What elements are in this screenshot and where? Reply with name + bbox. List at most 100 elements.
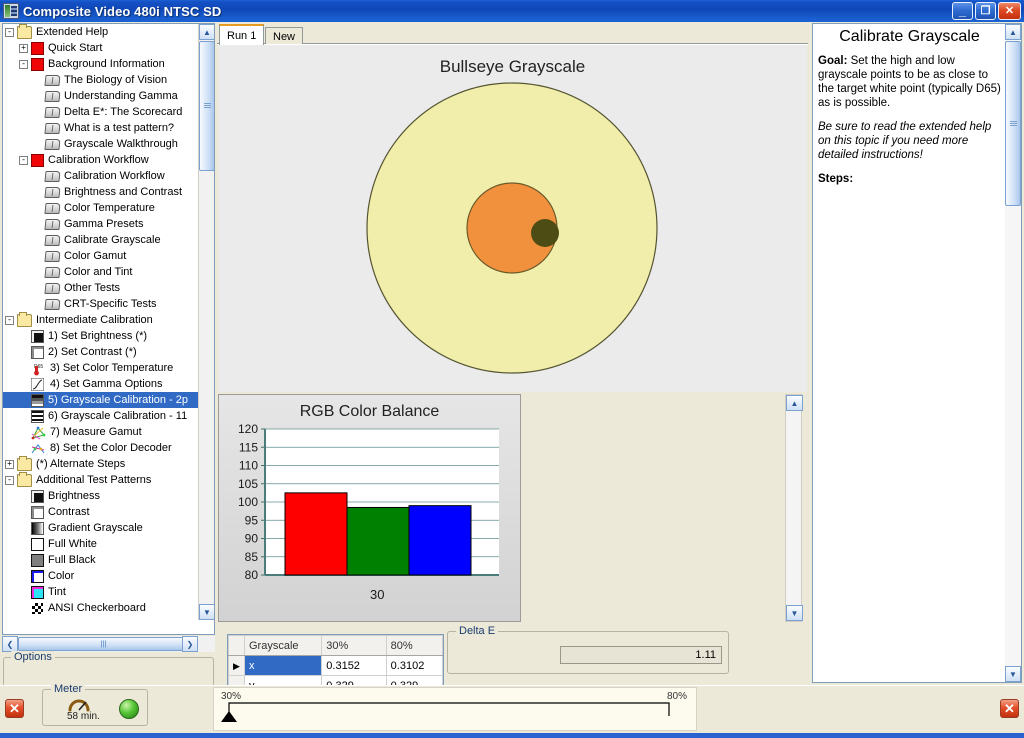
tree-item-calibrate-grayscale[interactable]: Calibrate Grayscale bbox=[3, 232, 199, 248]
tree-item-4-set-gamma-options[interactable]: 4) Set Gamma Options bbox=[3, 376, 199, 392]
tree-item-calibration-workflow[interactable]: -Calibration Workflow bbox=[3, 152, 199, 168]
maximize-button[interactable]: ❐ bbox=[975, 2, 996, 20]
help-vertical-scrollbar[interactable]: ▲ ▼ bbox=[1005, 24, 1021, 682]
chart-scroll-down-button[interactable]: ▼ bbox=[786, 605, 803, 621]
tree-item-alternate-steps[interactable]: +(*) Alternate Steps bbox=[3, 456, 199, 472]
chart-vertical-scrollbar[interactable]: ▲ ▼ bbox=[785, 394, 802, 622]
chevron-left-icon: ❮ bbox=[7, 640, 14, 649]
tree-item-gradient-grayscale[interactable]: Gradient Grayscale bbox=[3, 520, 199, 536]
chevron-up-icon: ▲ bbox=[791, 399, 799, 408]
book-icon bbox=[44, 235, 60, 246]
tree-item-8-set-the-color-decoder[interactable]: 8) Set the Color Decoder bbox=[3, 440, 199, 456]
bar-blue[interactable] bbox=[409, 506, 471, 575]
help-content-box[interactable]: Calibrate Grayscale Goal: Set the high a… bbox=[812, 23, 1022, 683]
pattern-range-slider[interactable]: 30% 80% bbox=[213, 687, 697, 731]
stop-session-button-right[interactable]: ✕ bbox=[1000, 699, 1019, 718]
collapse-icon[interactable]: - bbox=[5, 476, 14, 485]
tree-item-gamma-presets[interactable]: Gamma Presets bbox=[3, 216, 199, 232]
tree-item-color-and-tint[interactable]: Color and Tint bbox=[3, 264, 199, 280]
help-tree[interactable]: -Extended Help+Quick Start-Background In… bbox=[2, 23, 215, 635]
tree-item-contrast[interactable]: Contrast bbox=[3, 504, 199, 520]
help-scroll-down-button[interactable]: ▼ bbox=[1005, 666, 1021, 682]
tree-item-1-set-brightness[interactable]: 1) Set Brightness (*) bbox=[3, 328, 199, 344]
tree-item-extended-help[interactable]: -Extended Help bbox=[3, 24, 199, 40]
minimize-button[interactable]: _ bbox=[952, 2, 973, 20]
tree-item-delta-e-the-scorecard[interactable]: Delta E*: The Scorecard bbox=[3, 104, 199, 120]
tree-item-tint[interactable]: Tint bbox=[3, 584, 199, 600]
tree-item-crt-specific-tests[interactable]: CRT-Specific Tests bbox=[3, 296, 199, 312]
tree-item-intermediate-calibration[interactable]: -Intermediate Calibration bbox=[3, 312, 199, 328]
grip-icon bbox=[1010, 121, 1017, 127]
tree-hscroll-thumb[interactable] bbox=[18, 637, 189, 651]
tab-new[interactable]: New bbox=[265, 27, 303, 45]
tree-item-6-grayscale-calibration-11[interactable]: 6) Grayscale Calibration - 11 bbox=[3, 408, 199, 424]
tree-item-label: Gamma Presets bbox=[64, 218, 143, 230]
tree-item-additional-test-patterns[interactable]: -Additional Test Patterns bbox=[3, 472, 199, 488]
tree-item-full-black[interactable]: Full Black bbox=[3, 552, 199, 568]
bar-red[interactable] bbox=[285, 493, 347, 575]
expand-icon[interactable]: + bbox=[5, 460, 14, 469]
tree-item-understanding-gamma[interactable]: Understanding Gamma bbox=[3, 88, 199, 104]
tab-label: Run 1 bbox=[227, 30, 256, 42]
tree-item-grayscale-walkthrough[interactable]: Grayscale Walkthrough bbox=[3, 136, 199, 152]
tree-item-full-white[interactable]: Full White bbox=[3, 536, 199, 552]
close-button[interactable]: ✕ bbox=[998, 2, 1021, 20]
range-handle-low bbox=[221, 711, 237, 722]
rgb-balance-chart[interactable]: RGB Color Balance 8085909510010511011512… bbox=[218, 394, 521, 622]
tree-item-brightness-and-contrast[interactable]: Brightness and Contrast bbox=[3, 184, 199, 200]
tree-item-calibration-workflow[interactable]: Calibration Workflow bbox=[3, 168, 199, 184]
gamut-icon bbox=[31, 426, 46, 439]
tree-vertical-scrollbar[interactable]: ▲ ▼ bbox=[198, 24, 214, 620]
collapse-icon[interactable]: - bbox=[19, 156, 28, 165]
table-row[interactable]: ▶ x0.31520.3102 bbox=[229, 656, 443, 676]
delta-e-group: Delta E 1.11 bbox=[447, 631, 729, 674]
table-cell-label[interactable]: x bbox=[245, 656, 322, 676]
tab-run-1[interactable]: Run 1 bbox=[219, 24, 264, 45]
tree-item-color-temperature[interactable]: Color Temperature bbox=[3, 200, 199, 216]
tree-item-3-set-color-temperature[interactable]: D653) Set Color Temperature bbox=[3, 360, 199, 376]
tree-scroll-right-button[interactable]: ❯ bbox=[182, 636, 198, 652]
tree-item-quick-start[interactable]: +Quick Start bbox=[3, 40, 199, 56]
help-title: Calibrate Grayscale bbox=[818, 30, 1001, 44]
tree-item-label: Brightness bbox=[48, 490, 100, 502]
tree-spacer bbox=[19, 492, 28, 501]
y-tick-label: 110 bbox=[239, 459, 258, 473]
collapse-icon[interactable]: - bbox=[5, 28, 14, 37]
collapse-icon[interactable]: - bbox=[19, 60, 28, 69]
tree-item-what-is-a-test-pattern[interactable]: What is a test pattern? bbox=[3, 120, 199, 136]
help-scroll-up-button[interactable]: ▲ bbox=[1005, 24, 1021, 40]
tree-item-2-set-contrast[interactable]: 2) Set Contrast (*) bbox=[3, 344, 199, 360]
stop-session-button-left[interactable]: ✕ bbox=[5, 699, 24, 718]
folder-icon bbox=[17, 458, 32, 471]
tree-item-color[interactable]: Color bbox=[3, 568, 199, 584]
tree-item-label: 7) Measure Gamut bbox=[50, 426, 142, 438]
tree-item-7-measure-gamut[interactable]: 7) Measure Gamut bbox=[3, 424, 199, 440]
expand-icon[interactable]: + bbox=[19, 44, 28, 53]
collapse-icon[interactable]: - bbox=[5, 316, 14, 325]
close-icon: ✕ bbox=[1004, 701, 1015, 717]
tree-item-brightness[interactable]: Brightness bbox=[3, 488, 199, 504]
measurement-pointer[interactable] bbox=[531, 219, 559, 247]
tree-item-other-tests[interactable]: Other Tests bbox=[3, 280, 199, 296]
row-marker-cell[interactable]: ▶ bbox=[229, 656, 245, 676]
tree-item-the-biology-of-vision[interactable]: The Biology of Vision bbox=[3, 72, 199, 88]
tree-item-color-gamut[interactable]: Color Gamut bbox=[3, 248, 199, 264]
d65-thermometer-icon: D65 bbox=[31, 362, 46, 375]
chart-scroll-up-button[interactable]: ▲ bbox=[786, 395, 803, 411]
tree-item-background-information[interactable]: -Background Information bbox=[3, 56, 199, 72]
tree-scroll-up-button[interactable]: ▲ bbox=[199, 24, 215, 40]
table-cell-value[interactable]: 0.3102 bbox=[386, 656, 442, 676]
tree-scroll-down-button[interactable]: ▼ bbox=[199, 604, 215, 620]
tree-item-label: Other Tests bbox=[64, 282, 120, 294]
tree-scroll-left-button[interactable]: ❮ bbox=[2, 636, 18, 652]
tree-item-5-grayscale-calibration-2p[interactable]: 5) Grayscale Calibration - 2p bbox=[3, 392, 199, 408]
tree-spacer bbox=[19, 396, 28, 405]
bar-green[interactable] bbox=[347, 507, 409, 575]
table-cell-value[interactable]: 0.3152 bbox=[322, 656, 386, 676]
tree-horizontal-scrollbar[interactable]: ❮ ❯ bbox=[2, 636, 215, 652]
bullseye-chart[interactable]: Bullseye Grayscale bbox=[218, 45, 807, 392]
row-selector-icon: ▶ bbox=[233, 661, 240, 671]
help-scroll-thumb[interactable] bbox=[1005, 41, 1021, 206]
tree-scroll-thumb[interactable] bbox=[199, 41, 215, 171]
tree-item-ansi-checkerboard[interactable]: ANSI Checkerboard bbox=[3, 600, 199, 616]
